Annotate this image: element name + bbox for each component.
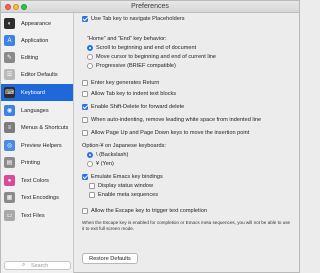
emulate-emacs-label: Emulate Emacs key bindings xyxy=(91,174,163,180)
sidebar-item-text-files[interactable]: ▭ Text Files xyxy=(1,207,73,224)
shift-delete-checkbox[interactable] xyxy=(82,104,88,110)
text-files-icon: ▭ xyxy=(4,210,15,221)
enable-meta-checkbox[interactable] xyxy=(89,192,95,198)
radio-scroll-row[interactable]: Scroll to beginning and end of document xyxy=(87,45,196,51)
window-title: Preferences xyxy=(131,3,169,10)
enter-return-checkbox[interactable] xyxy=(82,80,88,86)
sidebar-item-label: Keyboard xyxy=(21,89,45,96)
radio-backslash-row[interactable]: \ (Backslash) xyxy=(87,152,128,158)
sidebar-item-printing[interactable]: ▤ Printing xyxy=(1,154,73,171)
editing-icon: ✎ xyxy=(4,52,15,63)
sidebar-item-label: Text Files xyxy=(21,212,45,219)
home-end-label: “Home” and “End” key behavior: xyxy=(87,36,167,42)
text-colors-icon: ● xyxy=(4,175,15,186)
sidebar-item-label: Text Encodings xyxy=(21,194,59,201)
enable-meta-label: Enable meta sequences xyxy=(98,192,159,198)
editor-defaults-icon: ☰ xyxy=(4,69,15,80)
sidebar-item-label: Editor Defaults xyxy=(21,71,58,78)
enter-return-row[interactable]: Enter key generates Return xyxy=(82,80,159,86)
radio-progressive-button[interactable] xyxy=(87,63,93,69)
search-icon: ⌕ xyxy=(22,262,26,268)
preferences-sidebar: ◐ Appearance A Application ✎ Editing ☰ E… xyxy=(1,13,74,273)
sidebar-item-editing[interactable]: ✎ Editing xyxy=(1,49,73,66)
printing-icon: ▤ xyxy=(4,157,15,168)
allow-tab-indent-checkbox[interactable] xyxy=(82,91,88,97)
use-tab-checkbox[interactable] xyxy=(82,16,88,22)
enable-meta-row[interactable]: Enable meta sequences xyxy=(89,192,158,198)
sidebar-item-label: Preview Helpers xyxy=(21,142,62,149)
preview-helpers-icon: ◎ xyxy=(4,140,15,151)
sidebar-item-label: Printing xyxy=(21,159,40,166)
sidebar-item-label: Editing xyxy=(21,54,39,61)
radio-move-button[interactable] xyxy=(87,54,93,60)
sidebar-item-appearance[interactable]: ◐ Appearance xyxy=(1,15,73,32)
shift-delete-label: Enable Shift-Delete for forward delete xyxy=(91,104,185,110)
page-keys-label: Allow Page Up and Page Down keys to move… xyxy=(91,130,250,136)
allow-escape-label: Allow the Escape key to trigger text com… xyxy=(91,208,207,214)
shift-delete-row[interactable]: Enable Shift-Delete for forward delete xyxy=(82,104,184,110)
radio-move-label: Move cursor to beginning and end of curr… xyxy=(96,54,217,60)
use-tab-label: Use Tab key to navigate Placeholders xyxy=(91,16,185,22)
sidebar-item-keyboard[interactable]: ⌨ Keyboard xyxy=(1,84,73,101)
sidebar-item-editor-defaults[interactable]: ☰ Editor Defaults xyxy=(1,66,73,83)
allow-escape-row[interactable]: Allow the Escape key to trigger text com… xyxy=(82,208,207,214)
preferences-window: Preferences ◐ Appearance A Application ✎… xyxy=(0,0,300,273)
page-keys-row[interactable]: Allow Page Up and Page Down keys to move… xyxy=(82,130,249,136)
escape-note: When the Escape key is enabled for compl… xyxy=(82,220,291,231)
radio-yen-button[interactable] xyxy=(87,161,93,167)
enter-return-label: Enter key generates Return xyxy=(91,80,160,86)
application-icon: A xyxy=(4,35,15,46)
allow-tab-indent-row[interactable]: Allow Tab key to indent text blocks xyxy=(82,91,176,97)
appearance-icon: ◐ xyxy=(4,18,15,29)
allow-escape-checkbox[interactable] xyxy=(82,208,88,214)
option-yen-label: Option-¥ on Japanese keyboards: xyxy=(82,143,166,149)
radio-progressive-row[interactable]: Progressive (BRIEF compatible) xyxy=(87,63,176,69)
radio-progressive-label: Progressive (BRIEF compatible) xyxy=(96,63,176,69)
radio-scroll-button[interactable] xyxy=(87,45,93,51)
sidebar-item-text-encodings[interactable]: ▦ Text Encodings xyxy=(1,189,73,206)
emulate-emacs-row[interactable]: Emulate Emacs key bindings xyxy=(82,174,163,180)
sidebar-item-preview-helpers[interactable]: ◎ Preview Helpers xyxy=(1,137,73,154)
title-bar: Preferences xyxy=(1,1,299,13)
sidebar-item-label: Menus & Shortcuts xyxy=(21,124,69,131)
emulate-emacs-checkbox[interactable] xyxy=(82,174,88,180)
keyboard-icon: ⌨ xyxy=(4,87,15,98)
sidebar-item-label: Appearance xyxy=(21,20,52,27)
sidebar-search-field[interactable]: ⌕ Search xyxy=(4,261,71,270)
sidebar-item-menus-shortcuts[interactable]: ≡ Menus & Shortcuts xyxy=(1,119,73,136)
page-keys-checkbox[interactable] xyxy=(82,130,88,136)
radio-move-row[interactable]: Move cursor to beginning and end of curr… xyxy=(87,54,216,60)
restore-defaults-button[interactable]: Restore Defaults xyxy=(82,253,138,264)
display-status-checkbox[interactable] xyxy=(89,183,95,189)
radio-yen-row[interactable]: ¥ (Yen) xyxy=(87,161,114,167)
auto-indent-label: When auto-indenting, remove leading whit… xyxy=(91,117,262,123)
sidebar-item-label: Languages xyxy=(21,107,49,114)
allow-tab-indent-label: Allow Tab key to indent text blocks xyxy=(91,91,177,97)
display-status-label: Display status window xyxy=(98,183,154,189)
radio-yen-label: ¥ (Yen) xyxy=(96,161,114,167)
search-placeholder: Search xyxy=(31,263,49,269)
use-tab-row[interactable]: Use Tab key to navigate Placeholders xyxy=(82,16,185,22)
menus-shortcuts-icon: ≡ xyxy=(4,122,15,133)
radio-backslash-label: \ (Backslash) xyxy=(96,152,129,158)
sidebar-item-languages[interactable]: ◉ Languages xyxy=(1,102,73,119)
sidebar-item-application[interactable]: A Application xyxy=(1,32,73,49)
text-encodings-icon: ▦ xyxy=(4,192,15,203)
sidebar-item-label: Text Colors xyxy=(21,177,49,184)
languages-icon: ◉ xyxy=(4,105,15,116)
sidebar-item-text-colors[interactable]: ● Text Colors xyxy=(1,172,73,189)
sidebar-item-label: Application xyxy=(21,37,49,44)
radio-backslash-button[interactable] xyxy=(87,152,93,158)
auto-indent-row[interactable]: When auto-indenting, remove leading whit… xyxy=(82,117,261,123)
auto-indent-checkbox[interactable] xyxy=(82,117,88,123)
display-status-row[interactable]: Display status window xyxy=(89,183,153,189)
radio-scroll-label: Scroll to beginning and end of document xyxy=(96,45,197,51)
